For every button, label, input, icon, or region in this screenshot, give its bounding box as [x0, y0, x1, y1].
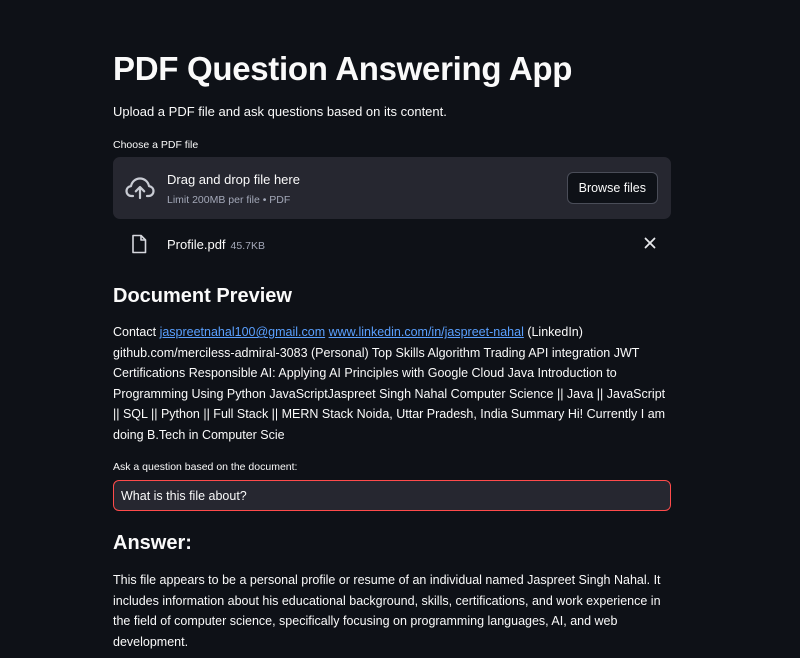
- question-input[interactable]: [113, 480, 671, 511]
- file-icon: [132, 234, 147, 254]
- document-preview-text: Contact jaspreetnahal100@gmail.com www.l…: [113, 322, 673, 445]
- linkedin-link[interactable]: www.linkedin.com/in/jaspreet-nahal: [329, 325, 524, 339]
- question-label: Ask a question based on the document:: [113, 461, 298, 473]
- page-title: PDF Question Answering App: [113, 50, 573, 87]
- file-dropzone[interactable]: Drag and drop file here Limit 200MB per …: [113, 157, 671, 219]
- dropzone-instructions: Drag and drop file here: [167, 172, 300, 187]
- uploaded-file-row: Profile.pdf 45.7KB: [113, 232, 671, 258]
- close-icon[interactable]: [643, 236, 657, 250]
- dropzone-limit: Limit 200MB per file • PDF: [167, 194, 291, 206]
- file-size: 45.7KB: [230, 240, 265, 252]
- document-preview-heading: Document Preview: [113, 285, 292, 307]
- uploaded-file-info: Profile.pdf 45.7KB: [167, 237, 265, 252]
- uploader-label: Choose a PDF file: [113, 139, 199, 151]
- answer-text: This file appears to be a personal profi…: [113, 573, 661, 649]
- browse-files-button[interactable]: Browse files: [566, 172, 658, 204]
- email-link[interactable]: jaspreetnahal100@gmail.com: [160, 325, 326, 339]
- answer-heading: Answer:: [113, 532, 192, 554]
- page-subtitle: Upload a PDF file and ask questions base…: [113, 104, 447, 119]
- preview-prefix: Contact: [113, 325, 160, 339]
- preview-body: (LinkedIn) github.com/merciless-admiral-…: [113, 325, 666, 442]
- file-name: Profile.pdf: [167, 237, 226, 252]
- cloud-upload-icon: [125, 177, 155, 200]
